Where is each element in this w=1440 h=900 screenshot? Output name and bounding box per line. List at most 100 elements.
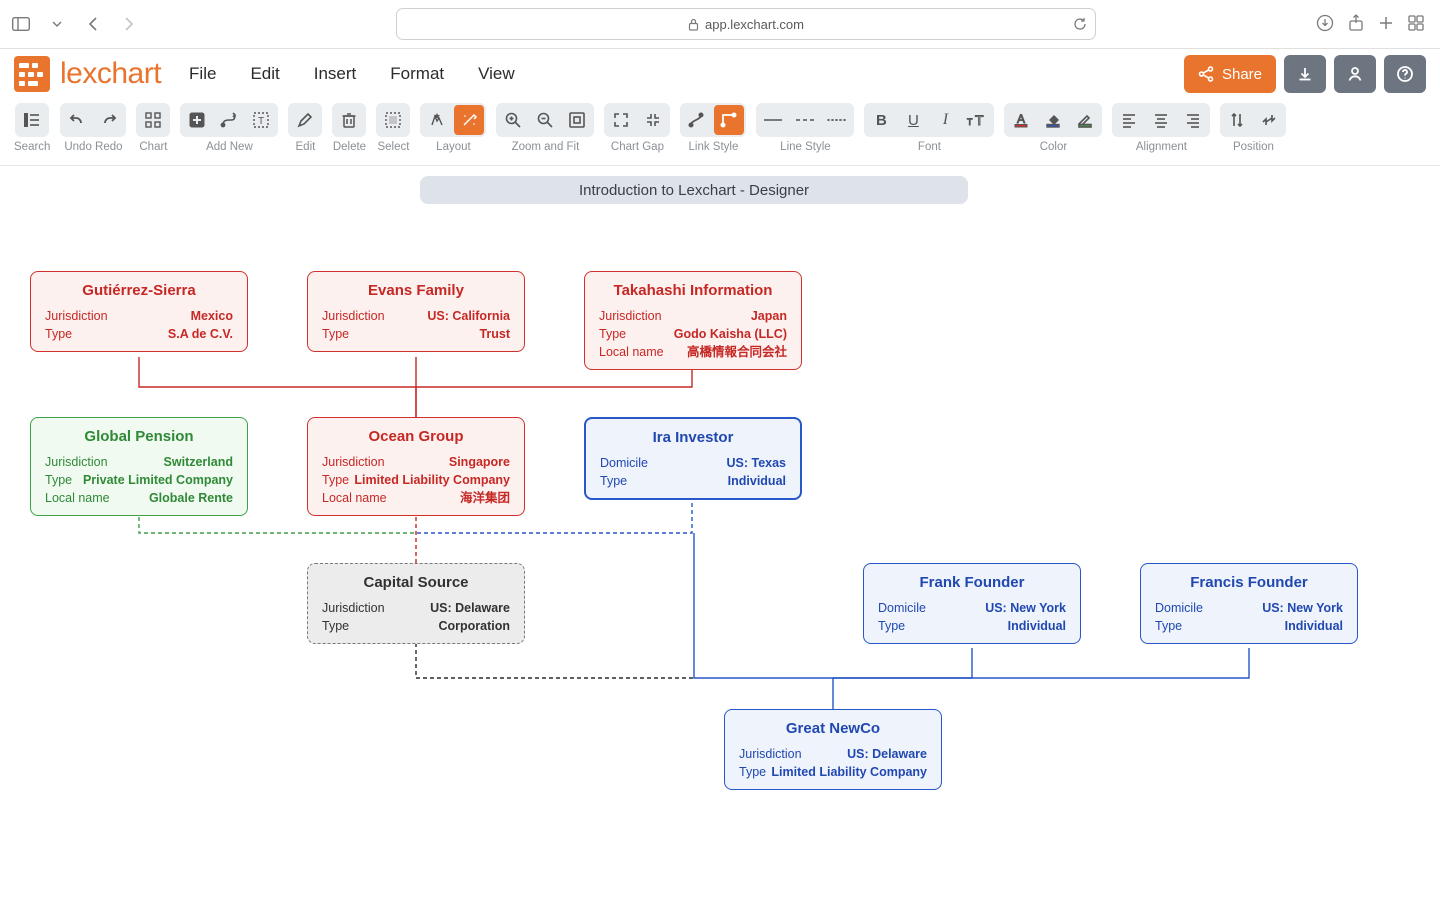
toolbar-label: Alignment bbox=[1136, 141, 1187, 153]
fill-color-button[interactable] bbox=[1038, 105, 1068, 135]
attr-key: Domicile bbox=[878, 599, 926, 617]
toolbar-group-chartgap: Chart Gap bbox=[604, 103, 670, 153]
toolbar-label: Undo Redo bbox=[64, 141, 122, 153]
toolbar-label: Line Style bbox=[780, 141, 831, 153]
chart-canvas[interactable]: Gutiérrez-Sierra JurisdictionMexico Type… bbox=[0, 176, 1440, 900]
forward-icon[interactable] bbox=[116, 11, 142, 37]
edit-pencil-button[interactable] bbox=[290, 105, 320, 135]
tabs-grid-icon[interactable] bbox=[1408, 15, 1424, 34]
download-button[interactable] bbox=[1284, 55, 1326, 93]
toolbar-label: Select bbox=[377, 141, 409, 153]
toolbar-group-linestyle: Line Style bbox=[756, 103, 854, 153]
node-takahashi[interactable]: Takahashi Information JurisdictionJapan … bbox=[584, 271, 802, 370]
toolbar-group-alignment: Alignment bbox=[1112, 103, 1210, 153]
share-button[interactable]: Share bbox=[1184, 55, 1276, 93]
privacy-shield-icon[interactable] bbox=[362, 12, 386, 36]
toolbar-group-undo-redo: Undo Redo bbox=[60, 103, 126, 153]
font-size-button[interactable]: TT bbox=[962, 105, 992, 135]
layout-auto-button[interactable] bbox=[422, 105, 452, 135]
zoom-fit-button[interactable] bbox=[562, 105, 592, 135]
node-ira[interactable]: Ira Investor DomicileUS: Texas TypeIndiv… bbox=[584, 417, 802, 500]
person-icon bbox=[1346, 65, 1364, 83]
logo[interactable]: lexchart bbox=[14, 56, 161, 92]
align-left-button[interactable] bbox=[1114, 105, 1144, 135]
zoom-out-button[interactable] bbox=[530, 105, 560, 135]
menu-format[interactable]: Format bbox=[390, 64, 444, 84]
node-title: Global Pension bbox=[45, 428, 233, 445]
text-color-button[interactable]: A bbox=[1006, 105, 1036, 135]
node-global-pension[interactable]: Global Pension JurisdictionSwitzerland T… bbox=[30, 417, 248, 516]
undo-button[interactable] bbox=[62, 105, 92, 135]
position-back-button[interactable] bbox=[1254, 105, 1284, 135]
node-capital-source[interactable]: Capital Source JurisdictionUS: Delaware … bbox=[307, 563, 525, 644]
share-icon[interactable] bbox=[1348, 14, 1364, 35]
attr-val: Globale Rente bbox=[149, 489, 233, 507]
attr-key: Type bbox=[600, 472, 627, 490]
toolbar-label: Chart bbox=[139, 141, 167, 153]
toolbar-group-zoom: Zoom and Fit bbox=[496, 103, 594, 153]
node-title: Gutiérrez-Sierra bbox=[45, 282, 233, 299]
line-dotted-button[interactable] bbox=[822, 105, 852, 135]
gap-expand-button[interactable] bbox=[606, 105, 636, 135]
toolbar: Search Undo Redo Chart T Add New Edit De… bbox=[0, 99, 1440, 166]
toolbar-group-chart: Chart bbox=[136, 103, 170, 153]
menu-view[interactable]: View bbox=[478, 64, 515, 84]
line-solid-button[interactable] bbox=[758, 105, 788, 135]
account-button[interactable] bbox=[1334, 55, 1376, 93]
border-color-button[interactable] bbox=[1070, 105, 1100, 135]
node-gutierrez[interactable]: Gutiérrez-Sierra JurisdictionMexico Type… bbox=[30, 271, 248, 352]
top-right-buttons: Share bbox=[1184, 55, 1426, 93]
align-right-button[interactable] bbox=[1178, 105, 1208, 135]
position-front-button[interactable] bbox=[1222, 105, 1252, 135]
toolbar-label: Delete bbox=[333, 141, 366, 153]
reload-icon[interactable] bbox=[1073, 17, 1087, 31]
attr-key: Local name bbox=[45, 489, 110, 507]
node-evans[interactable]: Evans Family JurisdictionUS: California … bbox=[307, 271, 525, 352]
attr-key: Jurisdiction bbox=[322, 453, 385, 471]
downloads-icon[interactable] bbox=[1316, 14, 1334, 35]
delete-button[interactable] bbox=[334, 105, 364, 135]
chart-title[interactable]: Introduction to Lexchart - Designer bbox=[420, 176, 968, 204]
node-ocean[interactable]: Ocean Group JurisdictionSingapore TypeLi… bbox=[307, 417, 525, 516]
align-center-button[interactable] bbox=[1146, 105, 1176, 135]
sidebar-toggle-icon[interactable] bbox=[8, 11, 34, 37]
new-tab-icon[interactable] bbox=[1378, 15, 1394, 34]
font-bold-button[interactable]: B bbox=[866, 105, 896, 135]
back-icon[interactable] bbox=[80, 11, 106, 37]
attr-val: Individual bbox=[728, 472, 786, 490]
node-great-newco[interactable]: Great NewCo JurisdictionUS: Delaware Typ… bbox=[724, 709, 942, 790]
toolbar-group-delete: Delete bbox=[332, 103, 366, 153]
help-icon bbox=[1396, 65, 1414, 83]
search-button[interactable] bbox=[17, 105, 47, 135]
gap-compress-button[interactable] bbox=[638, 105, 668, 135]
attr-val: 高橋情報合同会社 bbox=[687, 343, 787, 361]
attr-val: Individual bbox=[1285, 617, 1343, 635]
address-bar[interactable]: app.lexchart.com bbox=[396, 8, 1096, 40]
help-button[interactable] bbox=[1384, 55, 1426, 93]
attr-val: Private Limited Company bbox=[83, 471, 233, 489]
add-connector-button[interactable] bbox=[214, 105, 244, 135]
zoom-in-button[interactable] bbox=[498, 105, 528, 135]
link-ortho-button[interactable] bbox=[714, 105, 744, 135]
menu-file[interactable]: File bbox=[189, 64, 216, 84]
chartoptions-button[interactable] bbox=[138, 105, 168, 135]
menu-insert[interactable]: Insert bbox=[314, 64, 357, 84]
node-title: Great NewCo bbox=[739, 720, 927, 737]
attr-val: Singapore bbox=[449, 453, 510, 471]
redo-button[interactable] bbox=[94, 105, 124, 135]
layout-magic-button[interactable] bbox=[454, 105, 484, 135]
node-francis[interactable]: Francis Founder DomicileUS: New York Typ… bbox=[1140, 563, 1358, 644]
add-text-button[interactable]: T bbox=[246, 105, 276, 135]
attr-key: Jurisdiction bbox=[322, 599, 385, 617]
attr-val: US: Delaware bbox=[847, 745, 927, 763]
select-all-button[interactable] bbox=[378, 105, 408, 135]
link-diag-button[interactable] bbox=[682, 105, 712, 135]
add-box-button[interactable] bbox=[182, 105, 212, 135]
font-italic-button[interactable]: I bbox=[930, 105, 960, 135]
font-underline-button[interactable]: U bbox=[898, 105, 928, 135]
node-frank[interactable]: Frank Founder DomicileUS: New York TypeI… bbox=[863, 563, 1081, 644]
attr-key: Jurisdiction bbox=[739, 745, 802, 763]
line-dashed-button[interactable] bbox=[790, 105, 820, 135]
menu-edit[interactable]: Edit bbox=[250, 64, 279, 84]
chevron-down-icon[interactable] bbox=[44, 11, 70, 37]
